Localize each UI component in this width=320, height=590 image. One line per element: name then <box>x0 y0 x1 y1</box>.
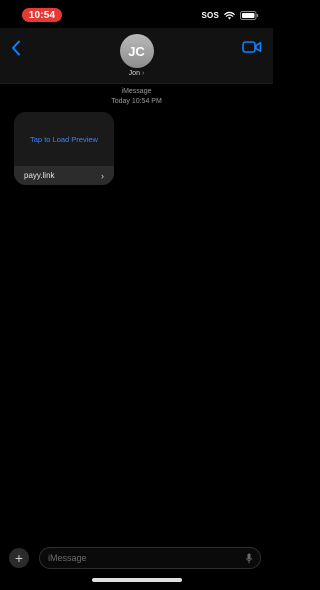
video-camera-icon <box>242 41 262 53</box>
link-preview-area[interactable]: Tap to Load Preview <box>14 112 114 166</box>
message-input[interactable]: iMessage <box>39 547 261 569</box>
microphone-icon[interactable] <box>246 553 252 564</box>
contact-avatar[interactable]: JC <box>119 34 154 68</box>
status-bar: 10:54 SOS <box>0 0 273 28</box>
back-button[interactable] <box>7 37 25 59</box>
link-preview-footer[interactable]: payy.link › <box>14 166 114 185</box>
contact-name-row[interactable]: Jon › <box>0 70 273 77</box>
chevron-right-icon: › <box>141 70 145 77</box>
status-indicators: SOS <box>202 8 260 22</box>
facetime-video-button[interactable] <box>242 40 262 54</box>
message-timestamp: Today 10:54 PM <box>111 98 162 105</box>
chevron-left-icon <box>12 40 20 56</box>
status-time: 10:54 <box>22 8 62 22</box>
battery-icon <box>240 10 259 20</box>
chevron-right-icon: › <box>101 170 104 181</box>
tap-to-load-preview-link[interactable]: Tap to Load Preview <box>30 135 98 144</box>
contact-name: Jon <box>128 70 140 77</box>
add-attachment-button[interactable]: + <box>9 548 29 568</box>
service-label: iMessage <box>121 88 152 95</box>
link-domain: payy.link <box>24 171 55 180</box>
compose-bar: + iMessage <box>0 544 273 590</box>
message-input-placeholder: iMessage <box>48 553 87 563</box>
message-thread[interactable]: iMessage Today 10:54 PM Tap to Load Prev… <box>0 84 273 544</box>
link-preview-bubble[interactable]: Tap to Load Preview payy.link › <box>14 112 114 185</box>
sos-indicator: SOS <box>201 10 219 20</box>
home-indicator <box>91 578 182 582</box>
wifi-icon <box>224 11 235 20</box>
conversation-header: JC Jon › <box>0 28 273 84</box>
